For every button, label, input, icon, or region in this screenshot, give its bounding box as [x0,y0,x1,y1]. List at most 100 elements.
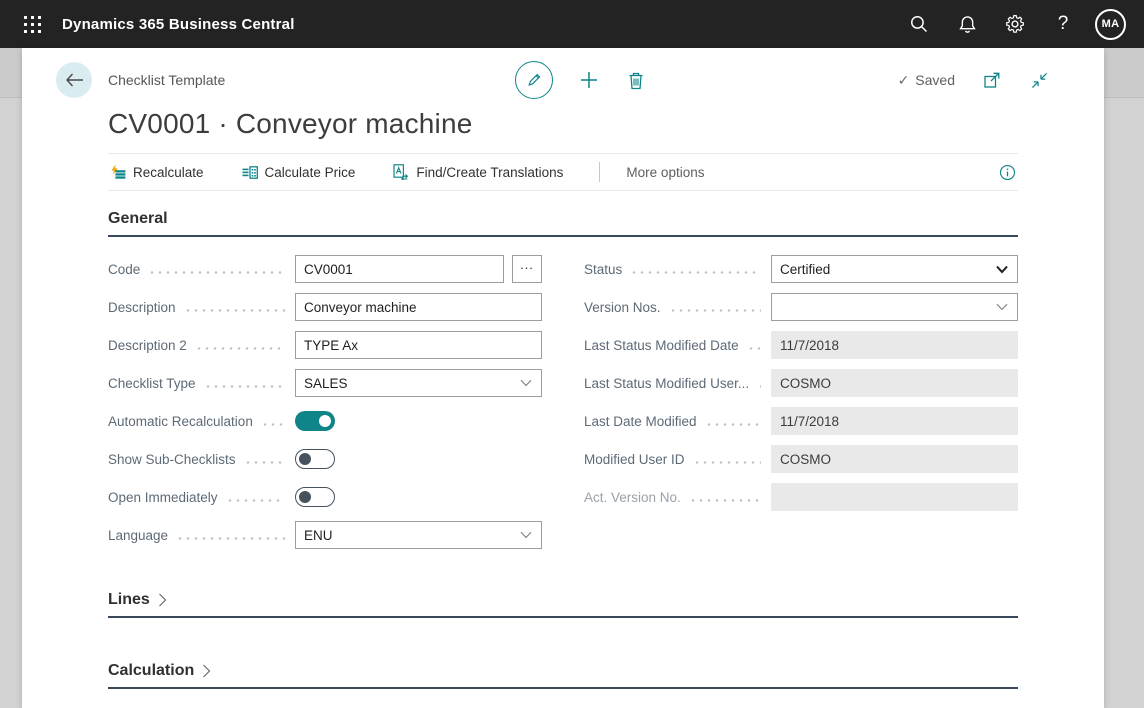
code-input[interactable] [295,255,504,283]
dotted-leader [184,309,285,312]
field-label-checklist-type: Checklist Type [108,376,196,391]
chevron-down-icon [511,531,541,539]
field-label-last-status-modified-user: Last Status Modified User... [584,376,749,391]
field-control-description-2 [295,331,542,359]
collapse-button[interactable] [1029,70,1050,91]
field-control-last-status-modified-date: 11/7/2018 [771,331,1018,359]
field-label-description-2: Description 2 [108,338,187,353]
field-row-checklist-type: Checklist Type SALES [108,364,542,402]
section-header-general[interactable]: General [108,210,1018,228]
field-row-description: Description [108,288,542,326]
more-options-button[interactable]: More options [626,165,704,180]
field-row-show-sub-checklists: Show Sub-Checklists [108,440,542,478]
app-launcher-waffle-icon[interactable] [12,4,52,44]
info-button[interactable] [997,162,1018,183]
info-icon [999,164,1016,181]
language-value: ENU [296,528,511,543]
field-control-open-immediately [295,487,542,507]
last-date-modified-value: 11/7/2018 [780,414,839,429]
chevron-down-icon [987,265,1017,274]
field-label-language: Language [108,528,168,543]
field-control-description [295,293,542,321]
page-title: CV0001 · Conveyor machine [108,108,1018,140]
field-control-version-nos [771,293,1018,321]
field-control-last-status-modified-user: COSMO [771,369,1018,397]
section-title: Lines [108,591,150,609]
last-date-modified-readonly-field: 11/7/2018 [771,407,1018,435]
code-input-group: ... [295,255,542,283]
field-row-language: Language ENU [108,516,542,554]
section-header-calculation[interactable]: Calculation [108,662,1018,680]
field-control-checklist-type: SALES [295,369,542,397]
field-control-last-date-modified: 11/7/2018 [771,407,1018,435]
toggle-knob [319,415,331,427]
notifications-bell-icon[interactable] [943,0,991,48]
translations-icon [393,164,409,180]
field-label-code: Code [108,262,140,277]
breadcrumb: Checklist Template [108,72,225,88]
toggle-knob [299,491,311,503]
action-recalculate[interactable]: Recalculate [108,164,206,180]
edit-button[interactable] [515,61,553,99]
section-rule [108,616,1018,618]
dotted-leader [747,347,761,350]
show-sub-checklists-toggle[interactable] [295,449,335,469]
open-immediately-toggle[interactable] [295,487,335,507]
field-control-show-sub-checklists [295,449,542,469]
dotted-leader [630,271,761,274]
recalculate-icon [110,164,126,180]
version-nos-combobox[interactable] [771,293,1018,321]
toggle-knob [299,453,311,465]
help-icon[interactable]: ? [1039,0,1087,48]
field-row-status: StatusCertified [584,250,1018,288]
field-control-code: ... [295,255,542,283]
modified-user-id-value: COSMO [780,452,831,467]
delete-button[interactable] [625,69,647,92]
automatic-recalculation-toggle[interactable] [295,411,335,431]
status-select[interactable]: Certified [771,255,1018,283]
field-label-version-nos: Version Nos. [584,300,661,315]
field-row-act-version-no: Act. Version No. [584,478,1018,516]
field-control-automatic-recalculation [295,411,542,431]
back-button[interactable] [56,62,92,98]
chevron-down-icon [987,303,1017,311]
action-calculate-price[interactable]: Calculate Price [240,164,358,180]
action-find-create-translations[interactable]: Find/Create Translations [391,164,565,180]
trash-icon [627,71,645,90]
field-row-code: Code... [108,250,542,288]
code-assist-button[interactable]: ... [512,255,542,283]
dotted-leader [204,385,285,388]
act-version-no-readonly-field [771,483,1018,511]
description-input[interactable] [295,293,542,321]
settings-gear-icon[interactable] [991,0,1039,48]
last-status-modified-user-readonly-field: COSMO [771,369,1018,397]
new-button[interactable] [577,68,601,92]
dotted-leader [226,499,285,502]
field-row-last-status-modified-user: Last Status Modified User... COSMO [584,364,1018,402]
dotted-leader [195,347,285,350]
waffle-icon [24,16,41,33]
dotted-leader [176,537,285,540]
section-title: Calculation [108,662,194,680]
dotted-leader [148,271,285,274]
dotted-leader [689,499,761,502]
dotted-leader [693,461,761,464]
action-label: Recalculate [133,165,204,180]
field-control-act-version-no [771,483,1018,511]
language-combobox[interactable]: ENU [295,521,542,549]
field-row-last-date-modified: Last Date Modified11/7/2018 [584,402,1018,440]
open-in-new-window-button[interactable] [981,69,1003,91]
last-status-modified-date-readonly-field: 11/7/2018 [771,331,1018,359]
section-title: General [108,210,168,228]
section-header-lines[interactable]: Lines [108,591,1018,609]
dotted-leader [757,385,761,388]
description-2-input[interactable] [295,331,542,359]
user-avatar[interactable]: MA [1095,9,1126,40]
field-label-automatic-recalculation: Automatic Recalculation [108,414,253,429]
pencil-icon [525,71,543,89]
dotted-leader [261,423,285,426]
checklist-type-combobox[interactable]: SALES [295,369,542,397]
card-header-bar: Checklist Template ✓ Saved [22,62,1104,98]
field-control-status: Certified [771,255,1018,283]
search-icon[interactable] [895,0,943,48]
